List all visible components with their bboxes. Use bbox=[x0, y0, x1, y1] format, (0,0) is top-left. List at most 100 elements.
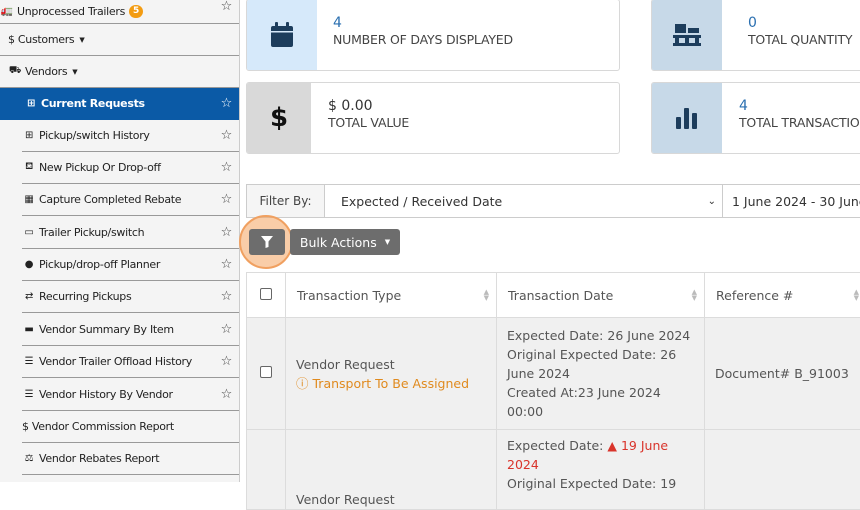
sidebar-item-label: Vendor Trailer Offload History bbox=[39, 355, 192, 368]
star-icon[interactable]: ☆ bbox=[221, 128, 232, 143]
date-range-value: 1 June 2024 - 30 June 2024 bbox=[732, 194, 860, 209]
star-icon[interactable]: ☆ bbox=[221, 192, 232, 207]
quantity-value: 0 bbox=[748, 14, 852, 32]
transaction-type: Vendor Request bbox=[296, 355, 486, 374]
row-select-cell bbox=[247, 430, 286, 510]
value-label: TOTAL VALUE bbox=[328, 115, 409, 131]
card-days-displayed: 4 NUMBER OF DAYS DISPLAYED bbox=[246, 0, 620, 71]
transactions-label: TOTAL TRANSACTIONS bbox=[739, 115, 860, 131]
sidebar-item-label: New Pickup Or Drop-off bbox=[39, 161, 161, 174]
sidebar-item-label: Current Requests bbox=[41, 97, 145, 110]
scale-icon: ⚖ bbox=[22, 453, 36, 464]
sidebar-item-history-by-vendor[interactable]: ☰ Vendor History By Vendor ☆ bbox=[22, 379, 240, 411]
table-icon: ⊞ bbox=[22, 130, 36, 141]
value-value: $ 0.00 bbox=[328, 97, 409, 115]
header-label: Transaction Type bbox=[297, 288, 401, 303]
star-icon[interactable]: ☆ bbox=[221, 322, 232, 337]
filter-type-select[interactable]: Expected / Received Date ⌄ bbox=[325, 185, 723, 217]
calendar-icon bbox=[247, 0, 317, 70]
star-icon[interactable]: ☆ bbox=[221, 225, 232, 240]
card-total-transactions: 4 TOTAL TRANSACTIONS bbox=[651, 82, 860, 154]
list-icon: ☰ bbox=[22, 356, 36, 367]
sidebar-item-label: Vendor Rebates Report bbox=[39, 452, 159, 465]
sidebar-item-label: $ Vendor Commission Report bbox=[22, 420, 174, 433]
sidebar-item-rebates-report[interactable]: ⚖ Vendor Rebates Report bbox=[22, 443, 240, 475]
filter-label: Filter By: bbox=[247, 185, 325, 217]
repeat-icon: ⇄ bbox=[22, 291, 36, 302]
expected-date-label: Expected Date: bbox=[507, 438, 603, 453]
sidebar-item-current-requests[interactable]: ⊞ Current Requests ☆ bbox=[0, 88, 240, 120]
days-value: 4 bbox=[333, 14, 513, 32]
sidebar-item-new-pickup[interactable]: ⛾ New Pickup Or Drop-off ☆ bbox=[22, 152, 240, 184]
days-label: NUMBER OF DAYS DISPLAYED bbox=[333, 32, 513, 48]
star-icon[interactable]: ☆ bbox=[221, 257, 232, 272]
sidebar-item-commission-report[interactable]: $ Vendor Commission Report bbox=[22, 411, 240, 443]
table-icon: ⊞ bbox=[24, 98, 38, 109]
sidebar-item-pickup-switch-history[interactable]: ⊞ Pickup/switch History ☆ bbox=[22, 120, 240, 152]
status-text: ⓘ Transport To Be Assigned bbox=[296, 374, 486, 393]
transactions-value: 4 bbox=[739, 97, 860, 115]
filter-bar: Filter By: Expected / Received Date ⌄ 1 … bbox=[246, 184, 860, 218]
clock-icon: ● bbox=[22, 259, 36, 270]
transaction-type-cell: Vendor Request ⓘ Transport To Be Assigne… bbox=[286, 318, 497, 430]
header-transaction-type[interactable]: Transaction Type ▲▼ bbox=[286, 273, 497, 318]
sidebar-item-vendors[interactable]: ⛟ Vendors ▼ bbox=[0, 56, 240, 88]
sidebar-item-label: Vendor Summary By Item bbox=[39, 323, 174, 336]
sidebar-item-label: $ Customers bbox=[8, 33, 74, 46]
table-row[interactable]: Vendor Request Expected Date: ▲ 19 June … bbox=[247, 430, 860, 510]
pallet-icon bbox=[652, 0, 722, 70]
sidebar-item-label: Recurring Pickups bbox=[39, 290, 131, 303]
sidebar-item-label: Trailer Pickup/switch bbox=[39, 226, 144, 239]
transaction-date-cell: Expected Date: ▲ 19 June 2024 Original E… bbox=[497, 430, 705, 510]
expected-date-value: 26 June 2024 bbox=[607, 328, 690, 343]
expected-date-label: Expected Date: bbox=[507, 328, 603, 343]
created-at: Created At:23 June 2024 00:00 bbox=[507, 383, 694, 421]
card-total-value: $ $ 0.00 TOTAL VALUE bbox=[246, 82, 620, 154]
sort-icon: ▲▼ bbox=[692, 289, 697, 301]
star-icon[interactable]: ☆ bbox=[221, 0, 232, 14]
sidebar-item-capture-rebate[interactable]: ▦ Capture Completed Rebate ☆ bbox=[22, 184, 240, 216]
star-icon[interactable]: ☆ bbox=[221, 96, 232, 111]
sort-icon: ▲▼ bbox=[854, 289, 859, 301]
filter-toggle-button[interactable] bbox=[249, 229, 285, 255]
caret-down-icon: ▼ bbox=[72, 68, 77, 76]
table-row[interactable]: Vendor Request ⓘ Transport To Be Assigne… bbox=[247, 318, 860, 430]
dollar-icon: $ bbox=[247, 83, 311, 153]
row-checkbox[interactable] bbox=[260, 366, 272, 378]
table-header-row: Transaction Type ▲▼ Transaction Date ▲▼ … bbox=[247, 273, 860, 318]
sidebar: 🚛 Unprocessed Trailers 5 ☆ $ Customers ▼… bbox=[0, 0, 240, 482]
quantity-label: TOTAL QUANTITY bbox=[748, 32, 852, 48]
trailer-icon: 🚛 bbox=[0, 6, 14, 17]
header-reference[interactable]: Reference # ▲▼ bbox=[705, 273, 860, 318]
sidebar-item-vendor-summary[interactable]: ▬ Vendor Summary By Item ☆ bbox=[22, 314, 240, 346]
info-icon: ⓘ bbox=[296, 376, 309, 391]
date-range-input[interactable]: 1 June 2024 - 30 June 2024 bbox=[723, 185, 860, 217]
star-icon[interactable]: ☆ bbox=[221, 354, 232, 369]
sidebar-item-trailer-pickup[interactable]: ▭ Trailer Pickup/switch ☆ bbox=[22, 217, 240, 249]
transaction-date-cell: Expected Date: 26 June 2024 Original Exp… bbox=[497, 318, 705, 430]
filter-icon bbox=[261, 236, 273, 248]
original-expected-date: Original Expected Date: 19 bbox=[507, 474, 694, 493]
sidebar-item-label: Vendor History By Vendor bbox=[39, 388, 173, 401]
star-icon[interactable]: ☆ bbox=[221, 160, 232, 175]
star-icon[interactable]: ☆ bbox=[221, 387, 232, 402]
header-transaction-date[interactable]: Transaction Date ▲▼ bbox=[497, 273, 705, 318]
sort-icon: ▲▼ bbox=[484, 289, 489, 301]
sidebar-item-recurring-pickups[interactable]: ⇄ Recurring Pickups ☆ bbox=[22, 281, 240, 313]
sidebar-item-offload-history[interactable]: ☰ Vendor Trailer Offload History ☆ bbox=[22, 346, 240, 378]
bulk-actions-button[interactable]: Bulk Actions ▼ bbox=[290, 229, 400, 255]
transaction-type-cell: Vendor Request bbox=[286, 430, 497, 510]
transaction-type: Vendor Request bbox=[296, 490, 486, 509]
caret-down-icon: ▼ bbox=[79, 36, 84, 44]
sidebar-item-label: Vendors bbox=[25, 65, 67, 78]
status-label: Transport To Be Assigned bbox=[313, 376, 470, 391]
transactions-table: Transaction Type ▲▼ Transaction Date ▲▼ … bbox=[246, 272, 860, 510]
expected-date: Expected Date: ▲ 19 June 2024 bbox=[507, 436, 694, 474]
sidebar-item-customers[interactable]: $ Customers ▼ bbox=[0, 24, 240, 56]
sidebar-item-planner[interactable]: ● Pickup/drop-off Planner ☆ bbox=[22, 249, 240, 281]
dolly-icon: ⛾ bbox=[22, 161, 36, 174]
select-all-checkbox[interactable] bbox=[260, 288, 272, 300]
sidebar-item-label: Unprocessed Trailers bbox=[17, 5, 125, 18]
star-icon[interactable]: ☆ bbox=[221, 289, 232, 304]
sidebar-item-unprocessed-trailers[interactable]: 🚛 Unprocessed Trailers 5 ☆ bbox=[0, 0, 240, 24]
